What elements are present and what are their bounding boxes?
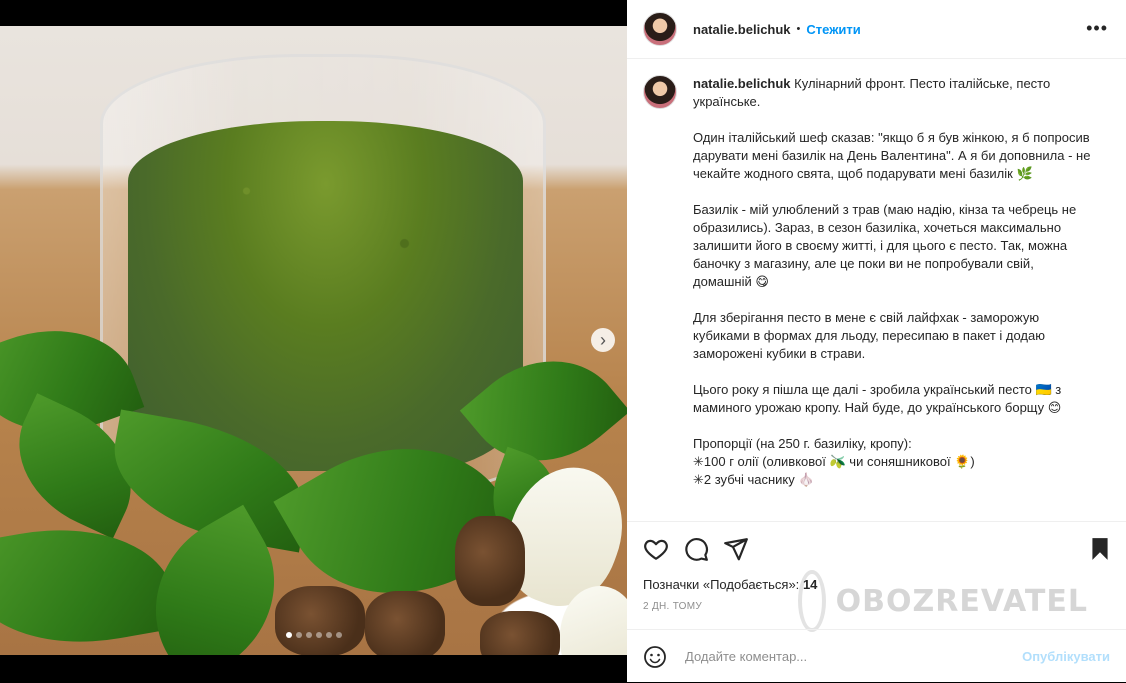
post-header: natalie.belichuk • Стежити •••	[627, 0, 1126, 59]
caption-paragraph: Один італійський шеф сказав: "якщо б я б…	[693, 130, 1091, 181]
pesto-shape	[128, 121, 523, 471]
caption-area: natalie.belichuk Кулінарний фронт. Песто…	[627, 59, 1126, 521]
likes-label: Позначки «Подобається»:	[643, 577, 800, 592]
avatar[interactable]	[643, 12, 677, 46]
walnut-shape	[365, 591, 445, 655]
caption-username[interactable]: natalie.belichuk	[693, 76, 791, 91]
carousel-dot	[285, 632, 292, 638]
carousel-dot	[325, 632, 332, 638]
action-bar	[627, 521, 1126, 572]
more-horizontal-icon[interactable]: •••	[1086, 18, 1108, 39]
post-media: ›	[0, 0, 627, 682]
bookmark-icon[interactable]	[1087, 536, 1113, 562]
comment-bar: Опублікувати	[627, 629, 1126, 683]
publish-button[interactable]: Опублікувати	[1022, 649, 1110, 664]
avatar[interactable]	[643, 75, 677, 109]
carousel-dot	[295, 632, 302, 638]
share-icon[interactable]	[723, 536, 749, 562]
header-username[interactable]: natalie.belichuk	[693, 22, 791, 37]
caption-paragraph: Пропорції (на 250 г. базиліку, кропу): ✳…	[693, 436, 975, 487]
follow-button[interactable]: Стежити	[806, 22, 860, 37]
likes-count[interactable]: Позначки «Подобається»: 14	[643, 577, 817, 592]
comment-input[interactable]	[683, 648, 1007, 665]
watermark-text: OBOZREVATEL	[835, 583, 1088, 619]
emoji-icon[interactable]	[643, 645, 667, 669]
caption-paragraph: Базилік - мій улюблений з трав (маю наді…	[693, 202, 1077, 289]
walnut-shape	[455, 516, 525, 606]
carousel-next-button[interactable]: ›	[591, 328, 615, 352]
separator-dot: •	[796, 23, 801, 35]
caption-paragraph: Для зберігання песто в мене є свій лайфх…	[693, 310, 1045, 361]
walnut-shape	[275, 586, 365, 655]
carousel-dot	[315, 632, 322, 638]
post-photo[interactable]	[0, 26, 627, 655]
caption-text: natalie.belichuk Кулінарний фронт. Песто…	[693, 75, 1093, 507]
caption-paragraph: natalie.belichuk Кулінарний фронт. Песто…	[693, 75, 1093, 111]
comment-icon[interactable]	[683, 536, 709, 562]
likes-number: 14	[802, 577, 818, 592]
carousel-dot	[335, 632, 342, 638]
post-sidebar: natalie.belichuk • Стежити ••• natalie.b…	[627, 0, 1126, 682]
chevron-right-icon: ›	[600, 330, 606, 350]
post-timestamp[interactable]: 2 ДН. ТОМУ	[643, 601, 702, 612]
carousel-dot	[305, 632, 312, 638]
heart-icon[interactable]	[643, 536, 669, 562]
carousel-indicator	[0, 632, 627, 638]
watermark: OBOZREVATEL	[798, 566, 1088, 636]
caption-paragraph: Цього року я пішла ще далі - зробила укр…	[693, 382, 1062, 415]
